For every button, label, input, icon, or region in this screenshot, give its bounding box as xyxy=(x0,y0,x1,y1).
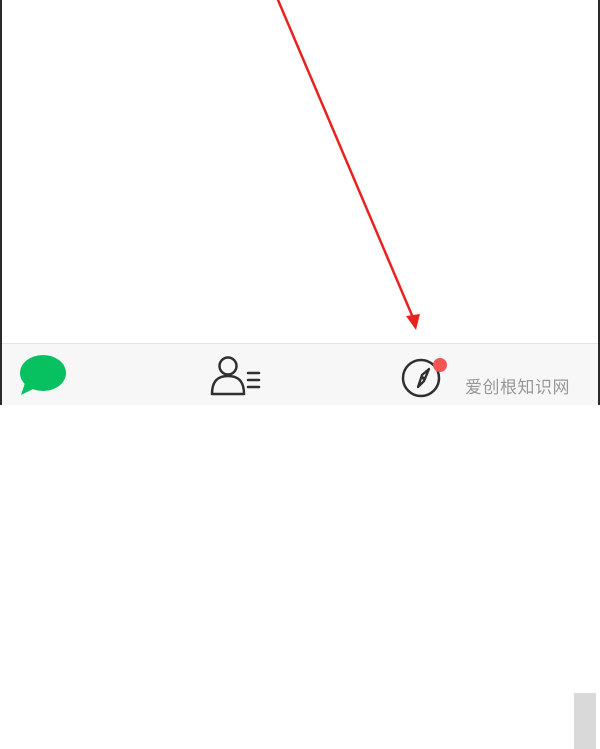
contacts-icon xyxy=(210,356,261,396)
annotation-arrow xyxy=(276,0,420,330)
tab-chats[interactable] xyxy=(14,354,70,406)
chat-bubble-icon xyxy=(20,355,66,395)
notification-badge-dot xyxy=(433,358,447,372)
tab-discover[interactable] xyxy=(396,354,452,406)
watermark-text: 爱创根知识网 xyxy=(465,378,570,398)
tab-contacts[interactable] xyxy=(208,354,264,406)
side-edge-panel xyxy=(574,693,596,749)
